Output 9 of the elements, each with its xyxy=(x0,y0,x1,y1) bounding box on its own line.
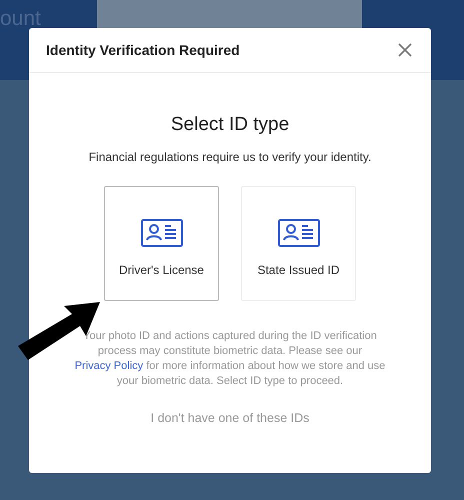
close-icon xyxy=(398,43,412,57)
id-card-icon xyxy=(140,218,182,246)
dialog-title: Identity Verification Required xyxy=(46,42,240,58)
id-type-option[interactable]: State Issued ID xyxy=(241,186,356,301)
subtitle: Financial regulations require us to verify your identity. xyxy=(88,150,372,164)
privacy-policy-link[interactable]: Privacy Policy xyxy=(74,360,144,372)
id-card-icon xyxy=(278,218,320,246)
id-type-option[interactable]: Driver's License xyxy=(104,186,219,301)
heading: Select ID type xyxy=(170,114,290,136)
